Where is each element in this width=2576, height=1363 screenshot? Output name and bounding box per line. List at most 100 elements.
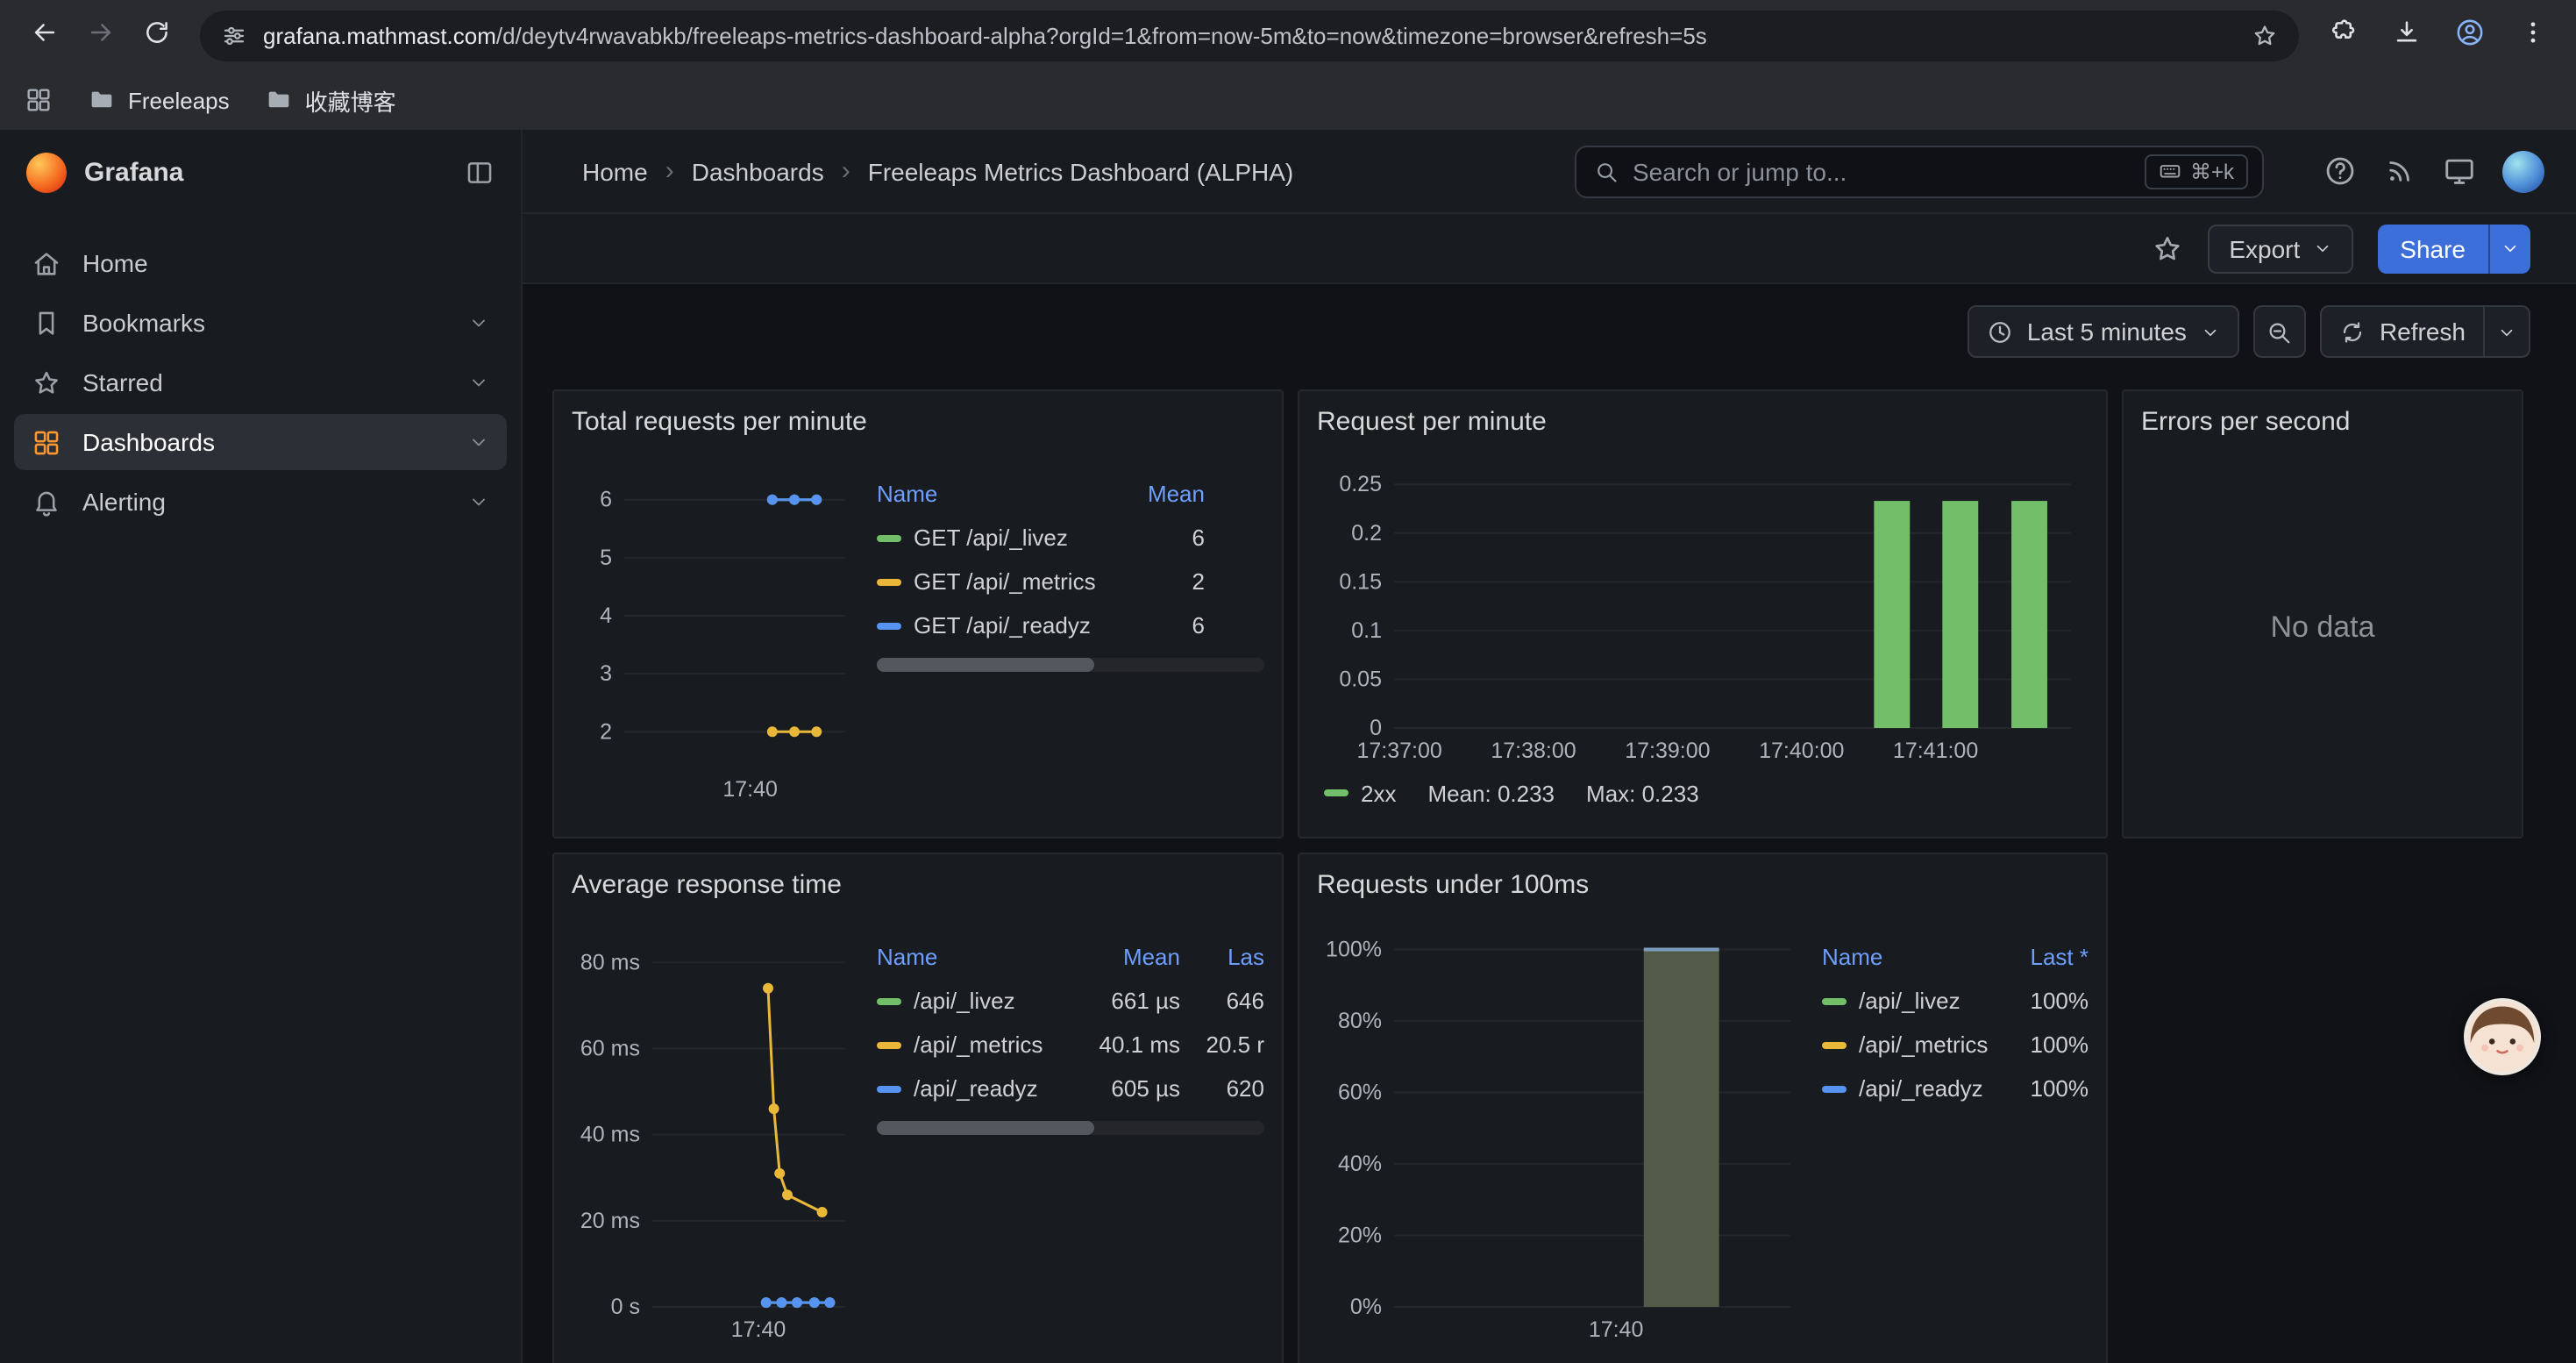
help-button[interactable]: [2323, 154, 2357, 188]
bar-chart-svg: 0.250.20.150.10.05017:37:0017:38:0017:39…: [1317, 444, 2089, 774]
legend-header-mean[interactable]: Mean: [1114, 481, 1205, 507]
panel-title[interactable]: Errors per second: [2141, 402, 2504, 444]
scrollbar-thumb[interactable]: [877, 658, 1094, 672]
legend-scrollbar[interactable]: [877, 658, 1264, 672]
brand-name: Grafana: [84, 157, 447, 187]
forward-button[interactable]: [74, 9, 126, 61]
rss-icon: [2383, 154, 2416, 188]
site-settings-icon[interactable]: [221, 22, 247, 48]
bookmark-star-icon[interactable]: [2252, 22, 2278, 48]
scrollbar-thumb[interactable]: [877, 1121, 1094, 1135]
svg-text:17:37:00: 17:37:00: [1357, 739, 1442, 763]
user-avatar[interactable]: [2502, 150, 2544, 192]
grafana-header: Home›Dashboards›Freeleaps Metrics Dashbo…: [523, 130, 2576, 214]
legend-row[interactable]: GET /api/_readyz6: [877, 603, 1264, 647]
extensions-button[interactable]: [2316, 9, 2369, 61]
bookmark-label: 收藏博客: [305, 83, 396, 117]
series-name: /api/_metrics: [914, 1031, 1042, 1058]
legend-row[interactable]: /api/_readyz100%: [1822, 1067, 2089, 1110]
avatar-illustration: [2467, 1002, 2537, 1072]
chevron-down-icon[interactable]: [468, 491, 489, 512]
url-bar[interactable]: grafana.mathmast.com/d/deytv4rwavabkb/fr…: [200, 10, 2299, 61]
refresh-interval-dropdown[interactable]: [2485, 305, 2530, 358]
legend-scrollbar[interactable]: [877, 1121, 1264, 1135]
export-button[interactable]: Export: [2208, 224, 2352, 273]
svg-text:0 s: 0 s: [611, 1295, 640, 1319]
browser-toolbar: grafana.mathmast.com/d/deytv4rwavabkb/fr…: [0, 0, 2576, 70]
legend-row[interactable]: /api/_livez661 µs646: [877, 979, 1264, 1023]
legend-header-name[interactable]: Name: [877, 481, 1114, 507]
assistant-avatar[interactable]: [2464, 998, 2541, 1075]
sidebar-item-home[interactable]: Home: [14, 235, 507, 291]
toolbar-actions: [2316, 9, 2558, 61]
series-name: /api/_readyz: [914, 1075, 1038, 1102]
breadcrumb: Home›Dashboards›Freeleaps Metrics Dashbo…: [582, 156, 1293, 186]
clock-icon: [1987, 318, 2013, 345]
legend-header-las[interactable]: Las: [1180, 944, 1264, 970]
browser-profile-button[interactable]: [2443, 9, 2495, 61]
legend-row[interactable]: /api/_metrics100%: [1822, 1023, 2089, 1067]
legend-row[interactable]: /api/_readyz605 µs620: [877, 1067, 1264, 1110]
panel-total-requests-per-minute: Total requests per minute 6543217:40 Nam…: [552, 389, 1284, 838]
folder-icon: [265, 86, 293, 114]
bookmark-item[interactable]: Freeleaps: [88, 83, 230, 117]
panel-title[interactable]: Requests under 100ms: [1317, 865, 2089, 907]
apps-grid-icon[interactable]: [25, 86, 53, 114]
breadcrumb-item[interactable]: Home: [582, 157, 648, 185]
bookmark-item[interactable]: 收藏博客: [265, 83, 396, 117]
legend-max-stat: Max: 0.233: [1586, 780, 1699, 806]
star-icon: [2152, 232, 2183, 264]
legend-series-2xx[interactable]: 2xx: [1324, 780, 1396, 806]
downloads-button[interactable]: [2380, 9, 2432, 61]
legend-header-mean[interactable]: Mean: [1064, 944, 1180, 970]
breadcrumb-separator: ›: [842, 156, 850, 186]
chevron-down-icon[interactable]: [468, 312, 489, 333]
zoom-out-button[interactable]: [2253, 305, 2306, 358]
breadcrumb-item[interactable]: Dashboards: [692, 157, 824, 185]
chevron-down-icon[interactable]: [468, 432, 489, 453]
sidebar-item-dashboards[interactable]: Dashboards: [14, 414, 507, 470]
favorite-dashboard-button[interactable]: [2152, 232, 2183, 264]
bar-chart-svg: 100%80%60%40%20%0%17:40: [1317, 907, 1808, 1352]
reload-button[interactable]: [130, 9, 182, 61]
sidebar-item-starred[interactable]: Starred: [14, 354, 507, 410]
sidebar-item-bookmarks[interactable]: Bookmarks: [14, 295, 507, 351]
bookmarks-list: Freeleaps 收藏博客: [88, 83, 396, 117]
share-dropdown-button[interactable]: [2488, 224, 2530, 273]
svg-text:0.1: 0.1: [1351, 618, 1382, 643]
time-range-label: Last 5 minutes: [2027, 318, 2187, 346]
total-requests-line-chart: 6543217:40: [572, 444, 863, 812]
legend-row[interactable]: GET /api/_livez6: [877, 516, 1264, 560]
legend-row[interactable]: /api/_metrics40.1 ms20.5 r: [877, 1023, 1264, 1067]
chevron-down-icon: [2312, 239, 2331, 258]
browser-menu-button[interactable]: [2506, 9, 2558, 61]
refresh-button[interactable]: Refresh: [2320, 305, 2485, 358]
back-button[interactable]: [18, 9, 70, 61]
svg-text:17:40: 17:40: [731, 1317, 786, 1342]
legend-header-name[interactable]: Name: [877, 944, 1064, 970]
share-button[interactable]: Share: [2377, 224, 2488, 273]
time-range-picker[interactable]: Last 5 minutes: [1968, 305, 2239, 358]
panel-request-per-minute: Request per minute 0.250.20.150.10.05017…: [1298, 389, 2108, 838]
svg-text:0.2: 0.2: [1351, 521, 1382, 546]
search-input[interactable]: Search or jump to... ⌘+k: [1575, 145, 2264, 197]
legend-row[interactable]: GET /api/_metrics2: [877, 560, 1264, 603]
legend-header-row: NameMeanLas: [877, 935, 1264, 979]
series-name: /api/_metrics: [1859, 1031, 1988, 1058]
display-button[interactable]: [2443, 154, 2476, 188]
legend-mean-stat: Mean: 0.233: [1427, 780, 1555, 806]
bell-icon: [32, 487, 61, 517]
legend-row[interactable]: /api/_livez100%: [1822, 979, 2089, 1023]
shortcut-label: ⌘+k: [2190, 159, 2234, 183]
panel-title[interactable]: Average response time: [572, 865, 1264, 907]
panel-title[interactable]: Total requests per minute: [572, 402, 1264, 444]
legend-header-name[interactable]: Name: [1822, 944, 1997, 970]
sidebar-item-alerting[interactable]: Alerting: [14, 474, 507, 530]
svg-text:5: 5: [600, 546, 612, 570]
panel-title[interactable]: Request per minute: [1317, 402, 2089, 444]
sidebar-toggle-button[interactable]: [465, 157, 495, 187]
chevron-down-icon[interactable]: [468, 372, 489, 393]
series-value: 100%: [1997, 988, 2089, 1014]
news-button[interactable]: [2383, 154, 2416, 188]
legend-header-last[interactable]: Last *: [1997, 944, 2089, 970]
